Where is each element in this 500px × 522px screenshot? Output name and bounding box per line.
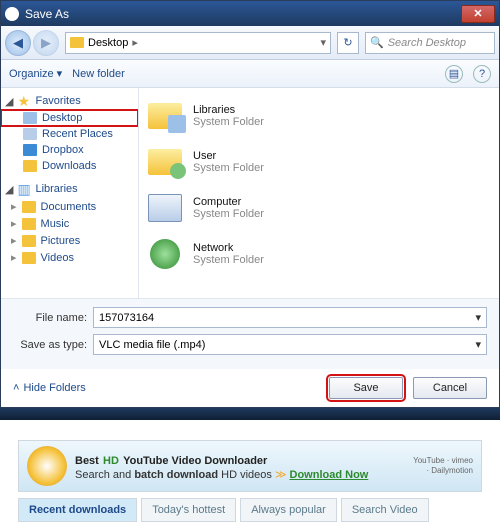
recent-icon [23,128,37,140]
libraries-folder-icon [148,103,182,129]
music-icon [22,218,36,230]
libraries-header[interactable]: ◢▥Libraries [1,180,138,198]
sidebar: ◢★Favorites Desktop Recent Places Dropbo… [1,88,139,298]
list-item[interactable]: UserSystem Folder [147,140,491,184]
footer: ˄Hide Folders Save Cancel [1,369,499,407]
expand-icon: ▸ [11,217,17,230]
ad-banner[interactable]: Best HD YouTube Video Downloader Search … [18,440,482,492]
filename-input[interactable]: 157073164▾ [93,307,487,328]
documents-icon [22,201,36,213]
filename-label: File name: [13,312,93,324]
organize-button[interactable]: Organize ▾ [9,67,62,80]
search-placeholder: Search Desktop [388,37,466,49]
save-button[interactable]: Save [329,377,403,399]
toolbar: Organize ▾ New folder ▤ ? [1,60,499,88]
collapse-icon: ◢ [5,183,13,196]
breadcrumb-location: Desktop [88,37,128,49]
filetype-label: Save as type: [13,339,93,351]
libraries-icon: ▥ [17,182,31,196]
collapse-icon: ◢ [5,95,13,108]
search-icon: 🔍 [370,36,384,49]
sidebar-item-recent[interactable]: Recent Places [1,126,138,142]
expand-icon: ▸ [11,234,17,247]
chevron-down-icon: ▾ [57,67,63,80]
tab-search-video[interactable]: Search Video [341,498,429,522]
sidebar-item-videos[interactable]: ▸Videos [1,249,138,266]
new-folder-button[interactable]: New folder [72,68,125,80]
favorites-header[interactable]: ◢★Favorites [1,92,138,110]
window-title: Save As [25,7,461,21]
sidebar-item-pictures[interactable]: ▸Pictures [1,232,138,249]
filetype-select[interactable]: VLC media file (.mp4)▾ [93,334,487,355]
refresh-button[interactable]: ↻ [337,32,359,54]
sidebar-item-downloads[interactable]: Downloads [1,158,138,174]
list-item[interactable]: ComputerSystem Folder [147,186,491,230]
background-strip [0,408,500,420]
file-list[interactable]: LibrariesSystem Folder UserSystem Folder… [139,88,499,298]
cancel-button[interactable]: Cancel [413,377,487,399]
pictures-icon [22,235,36,247]
sidebar-item-documents[interactable]: ▸Documents [1,198,138,215]
help-button[interactable]: ? [473,65,491,83]
app-icon [5,7,19,21]
star-icon: ★ [17,94,31,108]
page-tabs: Recent downloads Today's hottest Always … [18,498,482,522]
download-now-link[interactable]: Download Now [290,469,369,481]
ad-brands: YouTube · vimeo · Dailymotion [413,456,473,477]
chevron-right-icon: ▸ [132,36,138,49]
tab-recent-downloads[interactable]: Recent downloads [18,498,137,522]
sidebar-item-dropbox[interactable]: Dropbox [1,142,138,158]
videos-icon [22,252,36,264]
chevron-down-icon[interactable]: ▾ [475,338,481,351]
breadcrumb[interactable]: Desktop ▸ ▾ [65,32,331,54]
desktop-icon [23,112,37,124]
forward-button[interactable]: ▶ [33,30,59,56]
downloads-icon [23,160,37,172]
search-input[interactable]: 🔍 Search Desktop [365,32,495,54]
list-item[interactable]: LibrariesSystem Folder [147,94,491,138]
network-icon [150,239,180,269]
fields-area: File name: 157073164▾ Save as type: VLC … [1,298,499,369]
expand-icon: ▸ [11,251,17,264]
hide-folders-button[interactable]: ˄Hide Folders [13,382,86,394]
sidebar-item-desktop[interactable]: Desktop [1,110,138,126]
tab-always-popular[interactable]: Always popular [240,498,337,522]
chevron-down-icon[interactable]: ▾ [475,311,481,324]
nav-bar: ◀ ▶ Desktop ▸ ▾ ↻ 🔍 Search Desktop [1,26,499,60]
sidebar-item-music[interactable]: ▸Music [1,215,138,232]
ad-logo-icon [27,446,67,486]
tab-todays-hottest[interactable]: Today's hottest [141,498,236,522]
save-as-dialog: Save As ✕ ◀ ▶ Desktop ▸ ▾ ↻ 🔍 Search Des… [0,0,500,408]
expand-icon: ▸ [11,200,17,213]
folder-icon [70,37,84,48]
chevron-down-icon[interactable]: ▾ [320,36,326,49]
chevron-up-icon: ˄ [13,382,19,394]
titlebar[interactable]: Save As ✕ [1,1,499,26]
view-options-button[interactable]: ▤ [445,65,463,83]
back-button[interactable]: ◀ [5,30,31,56]
computer-icon [148,194,182,222]
close-button[interactable]: ✕ [461,5,495,23]
list-item[interactable]: NetworkSystem Folder [147,232,491,276]
dropbox-icon [23,144,37,156]
user-folder-icon [148,149,182,175]
